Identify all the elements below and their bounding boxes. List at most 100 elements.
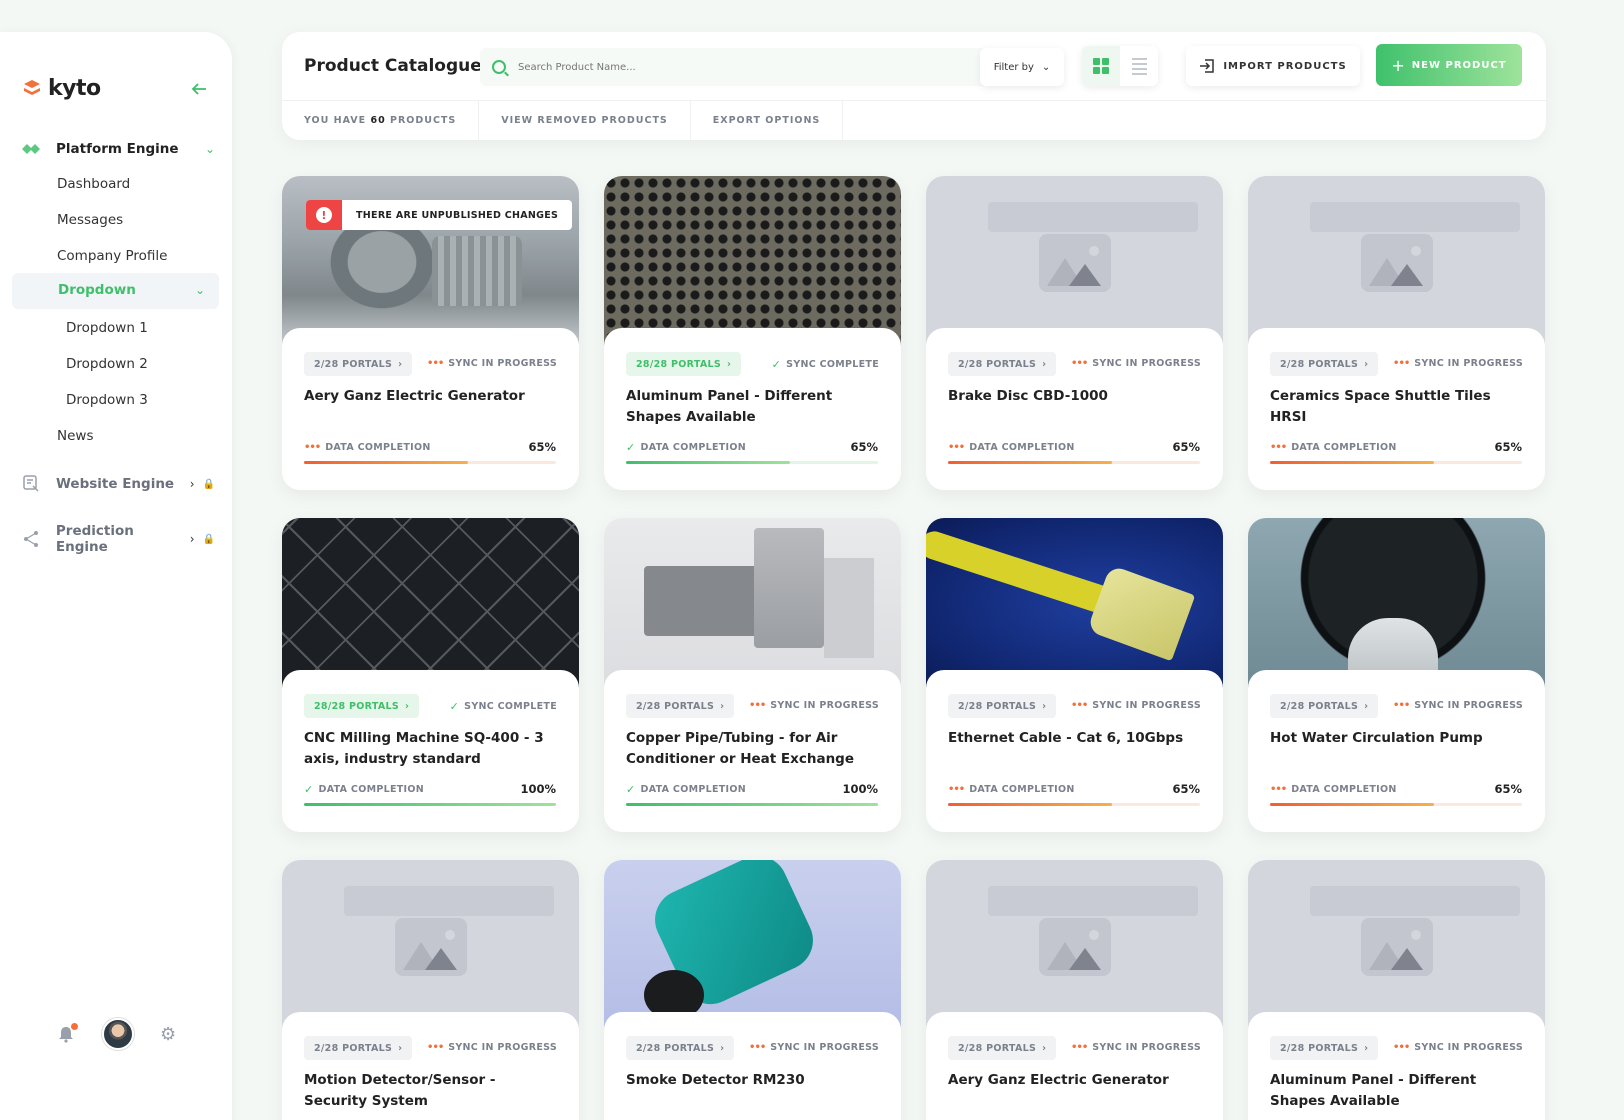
completion-progress-fill <box>948 803 1112 806</box>
nav-item-messages[interactable]: Messages <box>57 212 123 228</box>
view-removed-products-link[interactable]: VIEW REMOVED PRODUCTS <box>479 101 691 141</box>
chevron-right-icon: › <box>1042 700 1047 712</box>
completion-progress-bar <box>948 461 1200 464</box>
product-card[interactable]: 2/28 PORTALS › ••• SYNC IN PROGRESS Hot Wate… <box>1248 518 1545 832</box>
product-image <box>282 518 579 688</box>
sync-status: ✓ SYNC COMPLETE <box>772 358 879 371</box>
product-name[interactable]: Copper Pipe/Tubing - for Air Conditioner… <box>626 728 876 770</box>
product-card[interactable]: 2/28 PORTALS › ••• SYNC IN PROGRESS Copper P… <box>604 518 901 832</box>
product-card[interactable]: 2/28 PORTALS › ••• SYNC IN PROGRESS Smoke De… <box>604 860 901 1120</box>
product-name[interactable]: Ceramics Space Shuttle Tiles HRSI <box>1270 386 1520 428</box>
completion-percent: 65% <box>850 440 878 454</box>
sync-status: ••• SYNC IN PROGRESS <box>749 700 879 711</box>
portals-badge[interactable]: 28/28 PORTALS › <box>304 694 420 718</box>
arrow-left-icon <box>191 83 206 95</box>
portals-badge[interactable]: 2/28 PORTALS › <box>1270 1036 1379 1060</box>
image-placeholder-icon <box>395 918 467 976</box>
sync-text: SYNC COMPLETE <box>464 701 557 712</box>
product-name[interactable]: Ethernet Cable - Cat 6, 10Gbps <box>948 728 1198 749</box>
nav-item-dropdown[interactable]: Dropdown ⌄ <box>12 273 219 309</box>
product-image <box>1248 860 1545 1030</box>
bell-icon[interactable] <box>58 1023 78 1043</box>
product-count-value: 60 <box>370 115 386 126</box>
product-name[interactable]: Hot Water Circulation Pump <box>1270 728 1520 749</box>
nav-section-platform-engine[interactable]: Platform Engine ⌄ <box>20 138 215 160</box>
list-view-button[interactable] <box>1120 46 1158 86</box>
portals-badge[interactable]: 2/28 PORTALS › <box>948 694 1057 718</box>
data-completion: ••• DATA COMPLETION 65% <box>948 440 1200 454</box>
nav-section-prediction-engine[interactable]: Prediction Engine › 🔒 <box>20 523 215 555</box>
product-name[interactable]: Aery Ganz Electric Generator <box>304 386 554 407</box>
product-card-body: 2/28 PORTALS › ••• SYNC IN PROGRESS Aluminum… <box>1248 1012 1545 1120</box>
portals-text: 28/28 PORTALS <box>636 358 722 370</box>
data-completion: ✓ DATA COMPLETION 100% <box>304 782 556 796</box>
in-progress-dots-icon: ••• <box>427 358 444 369</box>
portals-badge[interactable]: 2/28 PORTALS › <box>626 1036 735 1060</box>
search-input[interactable] <box>518 61 958 73</box>
portals-badge[interactable]: 2/28 PORTALS › <box>304 352 413 376</box>
website-icon <box>20 473 42 495</box>
search-box[interactable] <box>480 48 1044 86</box>
product-image <box>926 176 1223 346</box>
product-card[interactable]: 2/28 PORTALS › ••• SYNC IN PROGRESS Brake Di… <box>926 176 1223 490</box>
placeholder-bar <box>988 202 1198 232</box>
new-product-button[interactable]: + NEW PRODUCT <box>1376 44 1522 86</box>
nav-item-news[interactable]: News <box>57 428 93 444</box>
check-icon: ✓ <box>449 700 460 713</box>
nav-item-dropdown-1[interactable]: Dropdown 1 <box>66 320 148 336</box>
product-image <box>926 518 1223 688</box>
completion-percent: 65% <box>1172 782 1200 796</box>
product-card[interactable]: 2/28 PORTALS › ••• SYNC IN PROGRESS Aluminum… <box>1248 860 1545 1120</box>
nav-section-website-engine[interactable]: Website Engine › 🔒 <box>20 473 215 495</box>
avatar[interactable] <box>102 1018 134 1050</box>
product-name[interactable]: Brake Disc CBD-1000 <box>948 386 1198 407</box>
export-options-link[interactable]: EXPORT OPTIONS <box>691 101 844 141</box>
completion-progress-bar <box>626 803 878 806</box>
product-card[interactable]: ! THERE ARE UNPUBLISHED CHANGES 2/28 PORTA… <box>282 176 579 490</box>
nav-item-dashboard[interactable]: Dashboard <box>57 176 130 192</box>
portals-text: 2/28 PORTALS <box>314 358 393 370</box>
product-name[interactable]: Aluminum Panel - Different Shapes Availa… <box>1270 1070 1520 1112</box>
product-card[interactable]: 28/28 PORTALS › ✓ SYNC COMPLETE CNC Milling … <box>282 518 579 832</box>
data-completion: ••• DATA COMPLETION 65% <box>304 440 556 454</box>
data-completion-label: ✓ DATA COMPLETION <box>304 783 424 796</box>
sync-text: SYNC IN PROGRESS <box>1092 358 1201 369</box>
product-image <box>1248 176 1545 346</box>
completion-progress-bar <box>626 461 878 464</box>
portals-badge[interactable]: 2/28 PORTALS › <box>1270 694 1379 718</box>
nav-item-company-profile[interactable]: Company Profile <box>57 248 168 264</box>
product-card[interactable]: 2/28 PORTALS › ••• SYNC IN PROGRESS Aery Gan… <box>926 860 1223 1120</box>
product-card[interactable]: 28/28 PORTALS › ✓ SYNC COMPLETE Aluminum Pan… <box>604 176 901 490</box>
import-label: IMPORT PRODUCTS <box>1223 60 1347 72</box>
gear-icon[interactable]: ⚙ <box>160 1024 176 1045</box>
portals-badge[interactable]: 2/28 PORTALS › <box>304 1036 413 1060</box>
completion-percent: 100% <box>520 782 556 796</box>
collapse-sidebar-button[interactable] <box>190 80 210 100</box>
nav-item-dropdown-3[interactable]: Dropdown 3 <box>66 392 148 408</box>
product-name[interactable]: Smoke Detector RM230 <box>626 1070 876 1091</box>
filter-dropdown[interactable]: Filter by ⌄ <box>980 48 1064 86</box>
unpublished-changes-alert: ! THERE ARE UNPUBLISHED CHANGES <box>306 200 573 230</box>
import-products-button[interactable]: IMPORT PRODUCTS <box>1186 46 1360 86</box>
in-progress-dots-icon: ••• <box>1393 700 1410 711</box>
logo[interactable]: kyto <box>22 76 101 101</box>
product-name[interactable]: Aery Ganz Electric Generator <box>948 1070 1198 1091</box>
data-completion: ••• DATA COMPLETION 65% <box>1270 782 1522 796</box>
grid-view-button[interactable] <box>1082 46 1120 86</box>
in-progress-dots-icon: ••• <box>948 783 965 795</box>
portals-badge[interactable]: 2/28 PORTALS › <box>1270 352 1379 376</box>
product-name[interactable]: Aluminum Panel - Different Shapes Availa… <box>626 386 876 428</box>
product-card[interactable]: 2/28 PORTALS › ••• SYNC IN PROGRESS Motion D… <box>282 860 579 1120</box>
product-name[interactable]: Motion Detector/Sensor - Security System <box>304 1070 554 1112</box>
product-card[interactable]: 2/28 PORTALS › ••• SYNC IN PROGRESS Ceramics… <box>1248 176 1545 490</box>
product-name[interactable]: CNC Milling Machine SQ-400 - 3 axis, ind… <box>304 728 554 770</box>
portals-badge[interactable]: 2/28 PORTALS › <box>626 694 735 718</box>
data-completion-text: DATA COMPLETION <box>640 441 746 453</box>
portals-badge[interactable]: 2/28 PORTALS › <box>948 1036 1057 1060</box>
chevron-right-icon: › <box>189 477 195 491</box>
product-card[interactable]: 2/28 PORTALS › ••• SYNC IN PROGRESS Ethernet… <box>926 518 1223 832</box>
portals-badge[interactable]: 2/28 PORTALS › <box>948 352 1057 376</box>
nav-item-dropdown-2[interactable]: Dropdown 2 <box>66 356 148 372</box>
sync-status: ••• SYNC IN PROGRESS <box>427 1042 557 1053</box>
portals-badge[interactable]: 28/28 PORTALS › <box>626 352 742 376</box>
